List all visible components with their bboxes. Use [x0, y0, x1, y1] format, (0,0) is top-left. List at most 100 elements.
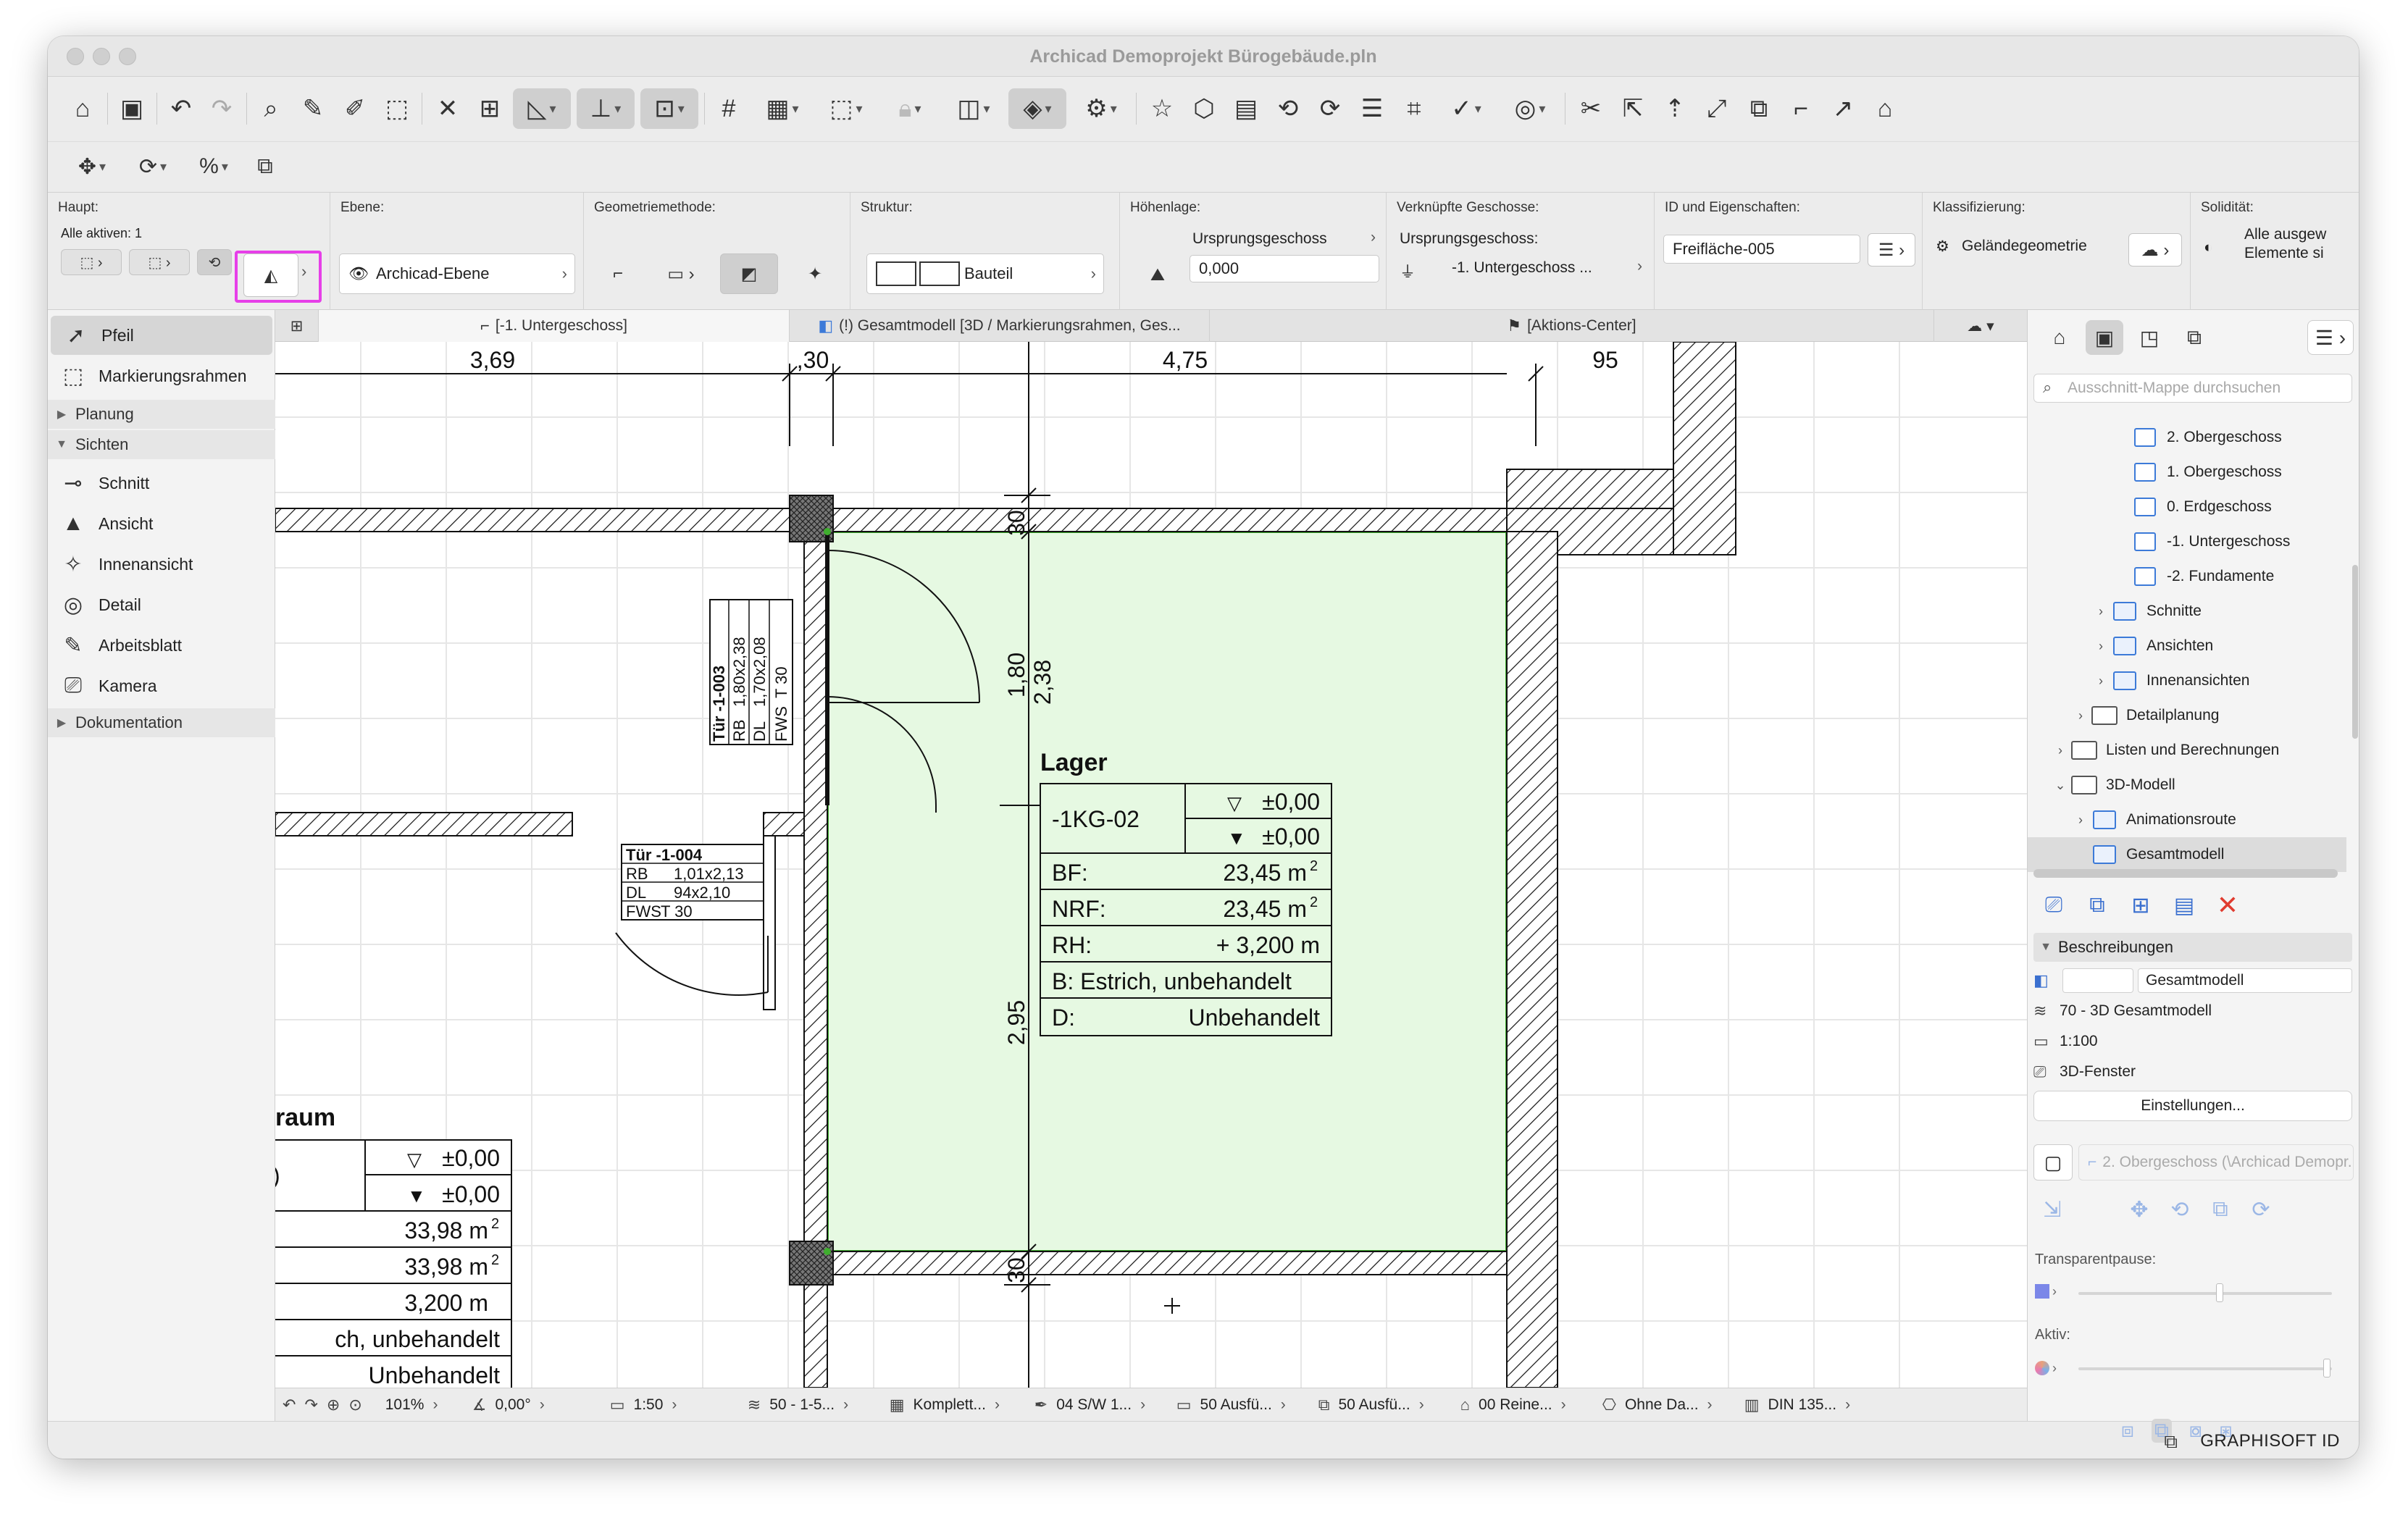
trace-rotate-icon[interactable]: ⟲ — [2162, 1192, 2197, 1227]
linked-story-chevron[interactable]: › — [1637, 258, 1642, 275]
tool-pfeil[interactable]: ➚ Pfeil — [51, 316, 272, 355]
publisher-icon[interactable]: ⧉ — [2175, 320, 2213, 355]
tool-schnitt[interactable]: ⊸ Schnitt — [48, 464, 275, 503]
layer-select[interactable]: 👁︎ Archicad-Ebene › — [339, 253, 575, 294]
tree-item[interactable]: 0. Erdgeschoss — [2028, 490, 2346, 524]
navigator-menu-icon[interactable]: ☰ › — [2307, 320, 2354, 355]
dim-std-field[interactable]: ▭ 50 Ausfü... › — [1169, 1388, 1311, 1422]
group-dokumentation[interactable]: ▶ Dokumentation — [48, 708, 275, 737]
snap-points-icon[interactable]: ⊡ ▾ — [640, 88, 698, 129]
view-settings-icon[interactable]: ▤ — [2167, 888, 2202, 923]
trace-mode-1-icon[interactable]: ⧈ — [2121, 1419, 2134, 1443]
tool-arbeitsblatt[interactable]: ✎ Arbeitsblatt — [48, 626, 275, 665]
tab-gesamtmodell[interactable]: ◧ (!) Gesamtmodell [3D / Markierungsrahm… — [790, 310, 1210, 342]
tool-markierungsrahmen[interactable]: ⬚ Markierungsrahmen — [48, 356, 275, 395]
tab-aktions-center[interactable]: ⚑ [Aktions-Center] — [1210, 310, 1934, 342]
tree-item[interactable]: 2. Obergeschoss — [2028, 420, 2346, 455]
rotate-icon[interactable]: ⟳ ▾ — [125, 148, 181, 185]
tree-item[interactable]: -2. Fundamente — [2028, 559, 2346, 594]
roof-icon[interactable]: ⌂ — [1866, 88, 1904, 129]
layout-book-icon[interactable]: ◳ — [2131, 320, 2168, 355]
elevation-input[interactable]: 0,000 — [1190, 255, 1379, 282]
elevate-icon[interactable]: ⇡ — [1656, 88, 1694, 129]
undo-zoom-icon[interactable]: ↶ ↷ ⊕ ⊙ — [275, 1388, 378, 1422]
tree-item[interactable]: › Animationsroute — [2028, 802, 2346, 837]
layout-icon[interactable]: ⊞ — [471, 88, 509, 129]
linked-story-value[interactable]: -1. Untergeschoss ... — [1452, 259, 1592, 277]
split-icon[interactable]: ✂ — [1572, 88, 1610, 129]
zoom-field[interactable]: 101% › — [378, 1388, 465, 1422]
tree-item[interactable]: 1. Obergeschoss — [2028, 455, 2346, 490]
transparency-slider-thumb[interactable] — [2216, 1283, 2223, 1302]
suspend-groups-icon[interactable]: ✕ — [429, 88, 467, 129]
favorites-icon[interactable]: ☆ — [1143, 88, 1181, 129]
new-view-icon[interactable]: ⎚ — [2036, 888, 2071, 923]
display-options-icon[interactable]: ⚙ ▾ — [1072, 88, 1130, 129]
undo-icon[interactable]: ↶ — [162, 88, 200, 129]
tab-untergeschoss[interactable]: ⌐ [-1. Untergeschoss] — [319, 310, 790, 342]
check-icon[interactable]: ✓ ▾ — [1437, 88, 1495, 129]
geometry-polygon-icon[interactable]: ◩ — [720, 253, 778, 294]
elevation-reference[interactable]: Ursprungsgeschoss — [1192, 230, 1327, 248]
zone-stamp-lager[interactable]: Lager -1KG-02 ▽ ±0,00 ▼ ±0,00 BF: 23,45 … — [1040, 749, 1332, 1036]
group-planung[interactable]: ▶ Planung — [48, 400, 275, 429]
guide-lines-icon[interactable]: ◺ ▾ — [513, 88, 571, 129]
graphic-override-field[interactable]: ⎔ Ohne Da... › — [1595, 1388, 1737, 1422]
curve-icon[interactable]: ↗ — [1824, 88, 1862, 129]
new-folder-icon[interactable]: ⊞ — [2123, 888, 2158, 923]
floor-plan-icon[interactable]: ▤ — [1227, 88, 1265, 129]
tree-item[interactable]: Gesamtmodell — [2028, 837, 2346, 872]
tag-icon[interactable]: ⌗ — [1395, 88, 1433, 129]
trace-move-icon[interactable]: ⇲ — [2035, 1192, 2070, 1227]
tree-item[interactable]: › Listen und Berechnungen — [2028, 733, 2346, 768]
offset-icon[interactable]: ⧉ — [1740, 88, 1778, 129]
trace-color-swatch[interactable]: › — [2035, 1280, 2068, 1302]
trace-source-select[interactable]: ⌐ 2. Obergeschoss (\Archicad Demopr... — [2078, 1144, 2354, 1181]
pick-up-icon[interactable]: ✎ — [294, 88, 332, 129]
disclosure-arrow-icon[interactable]: › — [2091, 674, 2110, 689]
tool-detail[interactable]: ◎ Detail — [48, 585, 275, 624]
geometry-single-icon[interactable]: ⌐ — [597, 253, 639, 294]
scale-field[interactable]: ▭ 1:50 › — [603, 1388, 740, 1422]
active-color-swatch[interactable]: › — [2035, 1357, 2071, 1379]
tab-overview-icon[interactable]: ⊞ — [275, 310, 319, 342]
clone-view-icon[interactable]: ⧉ — [2080, 888, 2115, 923]
rotate-element-icon[interactable]: ⟲ — [197, 249, 232, 275]
lock-icon[interactable]: 🔒︎ ▾ — [881, 88, 939, 129]
drawing-canvas[interactable]: 3,69 ,30 4,75 95 30 1,80 2,38 2,95 30 Tü… — [275, 342, 2027, 1421]
disclosure-arrow-icon[interactable]: › — [2051, 743, 2070, 758]
renovation-icon[interactable]: ⟳ — [1311, 88, 1349, 129]
graphisoft-id-link[interactable]: GRAPHISOFT ID — [2200, 1431, 2340, 1451]
selection-settings-button[interactable]: ⬚ › — [61, 249, 122, 275]
view-map-icon[interactable]: ▣ — [2086, 320, 2123, 355]
properties-icon[interactable]: ☰ › — [1868, 233, 1915, 267]
marquee-icon[interactable]: ⬚ ▾ — [817, 88, 875, 129]
trace-reset-icon[interactable]: ⟳ — [2244, 1192, 2278, 1227]
elevation-ref-chevron[interactable]: › — [1371, 229, 1376, 246]
beschreibungen-section[interactable]: ▼ Beschreibungen — [2033, 933, 2352, 962]
percent-icon[interactable]: % ▾ — [185, 148, 242, 185]
angle-field[interactable]: ∡ 0,00° › — [465, 1388, 603, 1422]
disclosure-arrow-icon[interactable]: › — [2091, 604, 2110, 619]
trace-icon[interactable]: ◈ ▾ — [1008, 88, 1066, 129]
tree-item[interactable]: ⌄ 3D-Modell — [2028, 768, 2346, 802]
snap-guides-icon[interactable]: ⊥ ▾ — [577, 88, 635, 129]
active-slider[interactable] — [2078, 1367, 2332, 1370]
tree-item[interactable]: -1. Untergeschoss — [2028, 524, 2346, 559]
scale-icon[interactable]: ◎ ▾ — [1501, 88, 1559, 129]
delete-icon[interactable]: ✕ — [2210, 888, 2245, 923]
geometry-magic-icon[interactable]: ✦ — [794, 253, 836, 294]
model-view-field[interactable]: ▦ Komplett... › — [882, 1388, 1027, 1422]
tree-vertical-scrollbar[interactable] — [2352, 565, 2358, 739]
view-id-input[interactable] — [2062, 968, 2133, 993]
duplicate-icon[interactable]: ⧉ — [246, 148, 284, 185]
trace-mirror-icon[interactable]: ⧉ — [2203, 1192, 2238, 1227]
elevation-icon[interactable]: ⛰ — [1130, 253, 1185, 297]
tool-innenansicht[interactable]: ✧ Innenansicht — [48, 545, 275, 584]
classification-options-icon[interactable]: ☁ › — [2128, 233, 2182, 267]
disclosure-arrow-icon[interactable]: › — [2091, 639, 2110, 654]
tool-ansicht[interactable]: ▲ Ansicht — [48, 504, 275, 543]
settings-button[interactable]: Einstellungen... — [2033, 1091, 2352, 1121]
disclosure-arrow-icon[interactable]: › — [2071, 708, 2090, 724]
trace-reference-icon[interactable]: ▢ — [2033, 1144, 2073, 1181]
